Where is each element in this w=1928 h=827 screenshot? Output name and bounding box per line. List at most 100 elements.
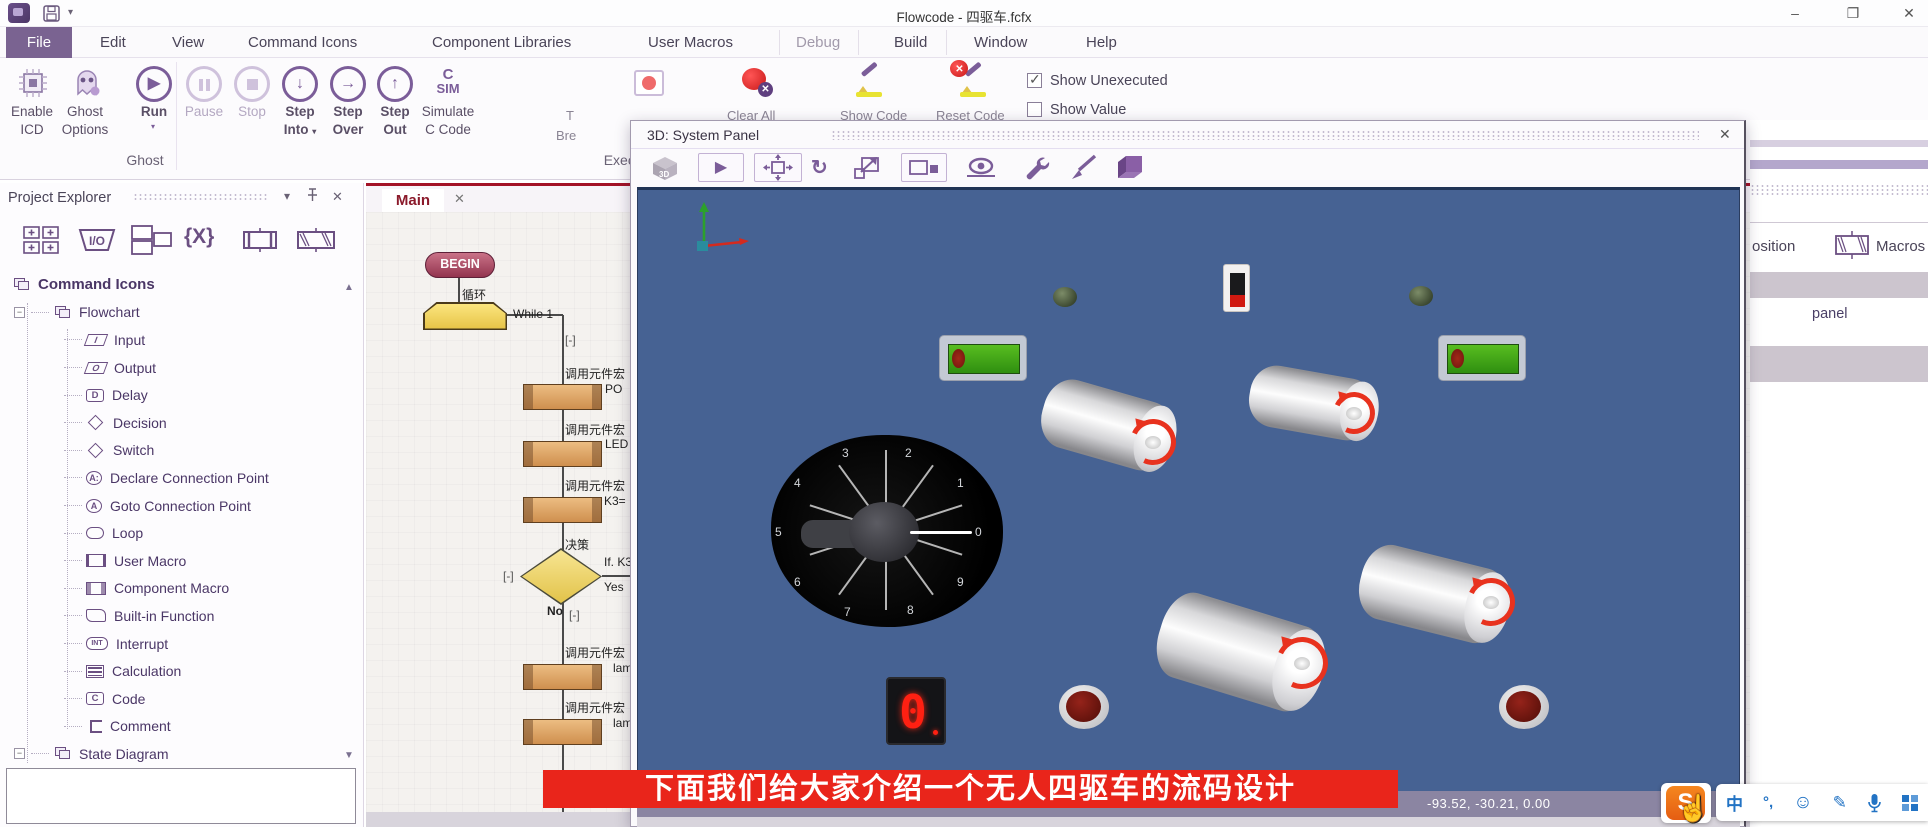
scroll-up-icon[interactable]: ▲ — [344, 282, 354, 293]
component-macro-big-icon[interactable] — [293, 226, 339, 254]
menu-command-icons[interactable]: Command Icons — [248, 34, 357, 51]
ime-logo-box[interactable]: S ☝ — [1661, 783, 1711, 823]
menu-user-macros[interactable]: User Macros — [648, 34, 733, 51]
toggle-breakpoint-icon[interactable] — [634, 70, 664, 96]
component-macro-node[interactable] — [523, 384, 602, 410]
menu-edit[interactable]: Edit — [100, 34, 126, 51]
tree-item-output[interactable]: O Output — [0, 354, 348, 382]
windows-icon[interactable] — [130, 224, 174, 256]
tree-root[interactable]: Command Icons — [0, 271, 348, 299]
tree-item-comment[interactable]: Comment — [0, 713, 348, 741]
tree-item-switch[interactable]: Switch — [0, 437, 348, 465]
menu-help[interactable]: Help — [1086, 34, 1117, 51]
tree-item-code[interactable]: C Code — [0, 685, 348, 713]
3d-system-panel-window[interactable]: 3D: System Panel ✕ 3D ▶ ↻ ▾ ▾ ▾ — [630, 120, 1746, 827]
component-macro-node[interactable] — [523, 719, 602, 745]
dock-drag-handle[interactable] — [1750, 184, 1928, 195]
led-bar-component[interactable] — [939, 335, 1027, 381]
step-into-button[interactable]: ↓ — [282, 66, 318, 102]
begin-node[interactable]: BEGIN — [425, 252, 495, 278]
user-macro-big-icon[interactable] — [238, 226, 282, 254]
ime-punctuation-toggle[interactable]: °, — [1763, 794, 1773, 811]
pin-icon[interactable] — [306, 188, 319, 202]
led-bar-component[interactable] — [1438, 335, 1526, 381]
scroll-down-icon[interactable]: ▼ — [344, 750, 354, 761]
tree-item-decision[interactable]: Decision — [0, 409, 348, 437]
menu-view[interactable]: View — [172, 34, 204, 51]
tab-main[interactable]: Main — [382, 189, 444, 213]
3d-mode-icon[interactable]: 3D — [651, 155, 679, 181]
panel-close-icon[interactable]: ✕ — [332, 189, 343, 205]
tree-node-flowchart[interactable]: − Flowchart — [0, 299, 348, 327]
collapse-marker[interactable]: [-] — [503, 569, 514, 583]
potentiometer-component[interactable] — [1499, 685, 1549, 729]
collapse-box-icon[interactable]: − — [14, 307, 25, 318]
3d-panel-titlebar[interactable]: 3D: System Panel ✕ — [631, 121, 1744, 149]
microphone-icon[interactable] — [1867, 793, 1882, 813]
component-macro-node[interactable] — [523, 441, 602, 467]
menu-component-libraries[interactable]: Component Libraries — [432, 34, 571, 51]
push-button-component[interactable] — [1053, 287, 1077, 307]
scale-tool-icon[interactable] — [853, 155, 881, 181]
run-button[interactable]: ▶ — [136, 66, 172, 102]
tree-node-state-diagram[interactable]: − State Diagram — [0, 740, 348, 768]
tree-item-component-macro[interactable]: Component Macro — [0, 575, 348, 603]
step-out-button[interactable]: ↑ — [377, 66, 413, 102]
show-code-icon[interactable] — [856, 70, 886, 100]
menu-file[interactable]: File — [6, 27, 72, 58]
tree-item-interrupt[interactable]: INT Interrupt — [0, 630, 348, 658]
loop-start-node[interactable] — [423, 302, 507, 330]
emoji-icon[interactable]: ☺ — [1793, 792, 1812, 814]
tree-item-loop[interactable]: Loop — [0, 519, 348, 547]
menu-window[interactable]: Window — [974, 34, 1027, 51]
rocker-switch-component[interactable] — [1223, 264, 1250, 312]
tree-item-declare-connection-point[interactable]: A: Declare Connection Point — [0, 464, 348, 492]
seven-segment-display[interactable]: 0 — [886, 677, 946, 745]
3d-panel-close-icon[interactable]: ✕ — [1719, 126, 1731, 143]
component-macro-node[interactable] — [523, 664, 602, 690]
io-icon[interactable]: I/O — [74, 228, 120, 252]
3d-viewport[interactable]: 0 1 2 3 4 5 6 7 8 9 0 — [637, 187, 1740, 791]
stop-button[interactable] — [234, 66, 270, 102]
close-button[interactable]: ✕ — [1894, 4, 1924, 22]
push-button-component[interactable] — [1409, 286, 1433, 306]
variables-icon[interactable]: {X} — [184, 225, 214, 249]
collapse-marker[interactable]: [-] — [565, 333, 576, 347]
tree-item-calculation[interactable]: Calculation — [0, 657, 348, 685]
show-unexecuted-checkbox[interactable] — [1027, 73, 1042, 88]
collapse-marker[interactable]: [-] — [569, 608, 580, 622]
simulate-c-code-icon[interactable]: CSIM — [418, 66, 478, 96]
show-value-checkbox[interactable] — [1027, 102, 1042, 117]
grid-add-icon[interactable] — [22, 225, 60, 255]
3d-panel-drag-handle[interactable] — [831, 130, 1699, 140]
menu-build[interactable]: Build — [894, 34, 927, 51]
panel-menu-icon[interactable]: ▾ — [284, 189, 290, 203]
rotate-tool-icon[interactable]: ↻ — [811, 155, 828, 180]
menu-debug[interactable]: Debug — [796, 34, 840, 51]
pause-button[interactable] — [186, 66, 222, 102]
minimize-button[interactable]: – — [1780, 4, 1810, 22]
handwriting-icon[interactable]: ✎ — [1833, 793, 1847, 813]
restore-button[interactable]: ❐ — [1838, 4, 1868, 22]
component-macro-node[interactable] — [523, 497, 602, 523]
enable-icd-icon[interactable] — [16, 66, 50, 100]
ime-language-toggle[interactable]: 中 — [1726, 790, 1743, 815]
tab-close-icon[interactable]: ✕ — [454, 191, 465, 207]
tree-item-user-macro[interactable]: User Macro — [0, 547, 348, 575]
step-over-button[interactable]: → — [330, 66, 366, 102]
tree-item-builtin-function[interactable]: Built-in Function — [0, 602, 348, 630]
table-row[interactable] — [1750, 272, 1928, 298]
ghost-options-icon[interactable] — [70, 66, 104, 100]
tree-item-input[interactable]: I Input — [0, 326, 348, 354]
ime-menu-grid-icon[interactable] — [1902, 795, 1918, 811]
panel-drag-handle[interactable] — [133, 193, 268, 202]
decision-node[interactable] — [520, 548, 602, 605]
collapse-box-icon[interactable]: − — [14, 748, 25, 759]
potentiometer-component[interactable] — [1059, 685, 1109, 729]
run-panel-icon[interactable]: ▶ — [698, 153, 744, 182]
run-caret-icon[interactable]: ▾ — [151, 122, 155, 131]
table-row[interactable] — [1750, 346, 1928, 382]
tree-item-delay[interactable]: D Delay — [0, 381, 348, 409]
tree-item-goto-connection-point[interactable]: A Goto Connection Point — [0, 492, 348, 520]
dial-knob[interactable] — [849, 502, 919, 562]
